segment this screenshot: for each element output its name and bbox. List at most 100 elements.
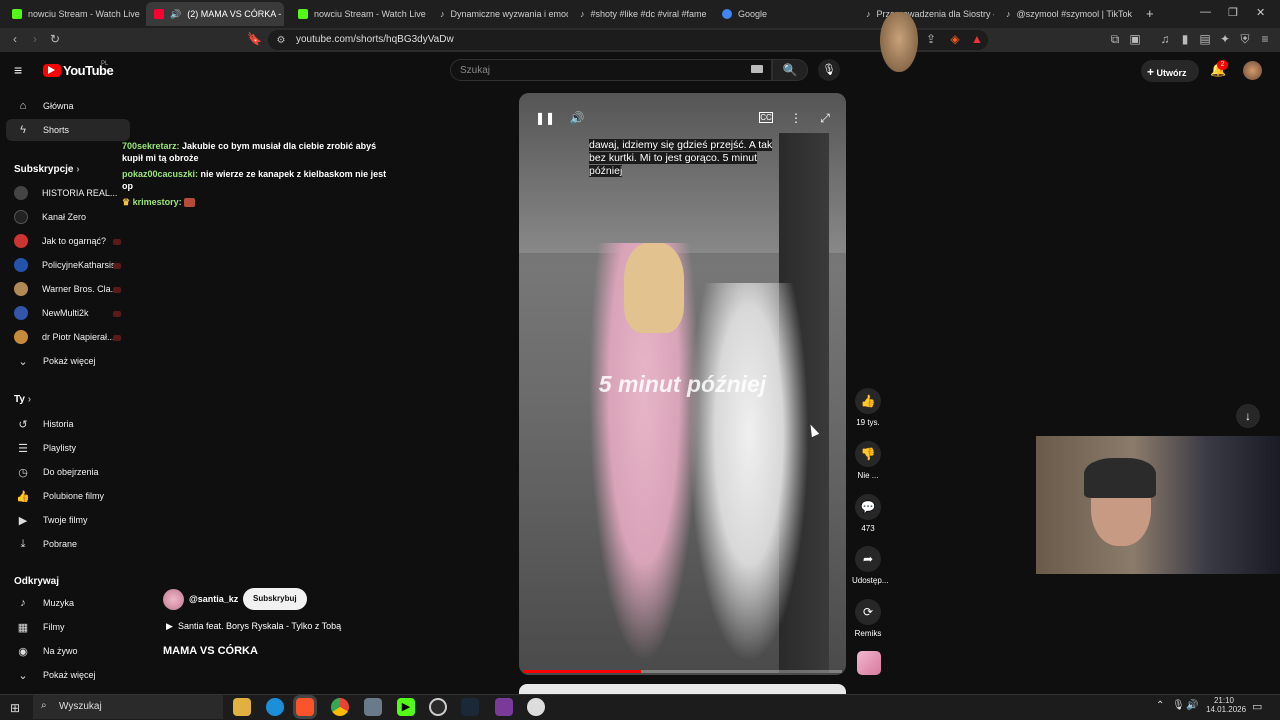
sidebar-item-movies[interactable]: ▦ Filmy: [6, 616, 130, 638]
browser-tab[interactable]: ♪ @szymool #szymool | TikTok: [998, 2, 1134, 26]
sidebar-sub-item[interactable]: Jak to ogarnąć?: [6, 230, 130, 252]
forward-icon[interactable]: ›: [28, 32, 42, 46]
brave-shield-icon[interactable]: ◈: [948, 32, 962, 46]
sidebar-icon[interactable]: ▮: [1178, 32, 1192, 46]
new-tab-button[interactable]: +: [1146, 6, 1154, 21]
fullscreen-icon[interactable]: ⤢: [816, 109, 834, 127]
music-note-icon: ♪: [20, 597, 26, 609]
brave-icon[interactable]: [296, 698, 314, 716]
app-icon[interactable]: [364, 698, 382, 716]
more-options-icon[interactable]: ⋮: [787, 109, 805, 127]
kick-icon: [12, 9, 22, 19]
wallet-icon[interactable]: ▤: [1198, 32, 1212, 46]
dislike-button[interactable]: 👎 Nie ...: [852, 441, 884, 480]
back-icon[interactable]: ‹: [8, 32, 22, 46]
sound-thumbnail[interactable]: [857, 651, 881, 675]
comments-button[interactable]: 💬 473: [852, 494, 884, 533]
file-explorer-icon[interactable]: [233, 698, 251, 716]
channel-name[interactable]: @santia_kz: [189, 594, 238, 604]
share-button[interactable]: ➦ Udostęp...: [852, 546, 888, 585]
sidebar-sub-item[interactable]: dr Piotr Napierał...: [6, 326, 130, 348]
close-window-icon[interactable]: ✕: [1256, 6, 1265, 19]
tray-mic-icon[interactable]: 🎙: [1172, 700, 1185, 711]
chat-message: 700sekretarz: Jakubie co bym musiał dla …: [122, 141, 377, 163]
vpn-icon[interactable]: ⛨: [1238, 32, 1252, 46]
subscriptions-heading[interactable]: Subskrypcje ›: [14, 164, 80, 175]
channel-avatar[interactable]: [163, 589, 184, 610]
video-person-white: [689, 283, 809, 663]
browser-tab[interactable]: nowciu Stream - Watch Live on: [290, 2, 428, 26]
browser-tab[interactable]: ♪Przeprowadzenia dla Siostry – Me: [858, 2, 994, 26]
short-video-player[interactable]: ❚❚ 🔊 CC ⋮ ⤢ dawaj, idziemy się gdzieś pr…: [519, 93, 846, 675]
sidebar-item-live[interactable]: ◉ Na żywo: [6, 640, 130, 662]
browser-tab-active[interactable]: 🔊(2) MAMA VS CÓRKA -✕: [146, 2, 284, 26]
remix-button[interactable]: ⟳ Remiks: [852, 599, 884, 638]
extensions-icon[interactable]: ⧉: [1108, 32, 1122, 46]
obs-icon[interactable]: [429, 698, 447, 716]
browser-tab[interactable]: ♪ Dynamiczne wyzwania i emocj: [432, 2, 568, 26]
notifications-icon[interactable]: ▭: [1252, 700, 1262, 713]
menu-icon[interactable]: ≡: [1258, 32, 1272, 46]
chrome-icon[interactable]: [331, 698, 349, 716]
reload-icon[interactable]: ↻: [48, 32, 62, 46]
restore-icon[interactable]: ❐: [1228, 6, 1238, 19]
sidebar-item-liked[interactable]: 👍 Polubione filmy: [6, 485, 130, 507]
create-button[interactable]: + Utwórz: [1141, 60, 1199, 82]
streamer-webcam: [1036, 436, 1280, 574]
like-button[interactable]: 👍 19 tys.: [852, 388, 884, 427]
sidebar-sub-item[interactable]: HISTORIA REAL...: [6, 182, 130, 204]
tray-volume-icon[interactable]: 🔊: [1186, 700, 1198, 711]
browser-tab[interactable]: ♪ #shoty #like #dc #viral #fame: [572, 2, 708, 26]
screenshot-icon[interactable]: ▣: [1128, 32, 1142, 46]
steam-icon[interactable]: [461, 698, 479, 716]
sidebar: ⌂ Główna ϟ Shorts Subskrypcje › HISTORIA R…: [0, 92, 138, 688]
sidebar-sub-item[interactable]: Warner Bros. Cla...: [6, 278, 130, 300]
voice-search-icon[interactable]: 🎙: [818, 59, 840, 81]
leo-ai-icon[interactable]: ✦: [1218, 32, 1232, 46]
sidebar-item-music[interactable]: ♪ Muzyka: [6, 592, 130, 614]
clock[interactable]: 21:10 14.01.2026: [1206, 696, 1246, 714]
keyboard-icon[interactable]: [751, 65, 763, 73]
sidebar-item-history[interactable]: ↺ Historia: [6, 413, 130, 435]
sidebar-item-shorts[interactable]: ϟ Shorts: [6, 119, 130, 141]
pause-icon[interactable]: ❚❚: [535, 109, 555, 127]
search-button[interactable]: 🔍: [772, 59, 808, 81]
film-icon: ▦: [17, 621, 29, 634]
sidebar-item-downloads[interactable]: ⤓ Pobrane: [6, 533, 130, 555]
sidebar-show-more-explore[interactable]: ⌄ Pokaż więcej: [6, 664, 130, 686]
sidebar-item-playlists[interactable]: ☰ Playlisty: [6, 437, 130, 459]
kick-app-icon[interactable]: ▶: [397, 698, 415, 716]
captions-icon[interactable]: CC: [759, 112, 773, 123]
hamburger-menu-icon[interactable]: ≡: [14, 62, 22, 78]
sidebar-sub-item[interactable]: Kanał Zero: [6, 206, 130, 228]
windows-start-icon[interactable]: ⊞: [10, 701, 20, 715]
tray-chevron-icon[interactable]: ⌃: [1156, 700, 1164, 711]
video-subtitle: dawaj, idziemy się gdzieś przejść. A tak…: [589, 139, 773, 177]
app-icon[interactable]: [495, 698, 513, 716]
edge-icon[interactable]: [266, 698, 284, 716]
brave-rewards-icon[interactable]: ▲: [970, 32, 984, 46]
browser-tab[interactable]: Google: [714, 2, 854, 26]
sidebar-show-more[interactable]: ⌄ Pokaż więcej: [6, 350, 130, 372]
search-input[interactable]: Szukaj: [450, 59, 772, 81]
next-short-arrow-icon[interactable]: ↓: [1236, 404, 1260, 428]
you-heading[interactable]: Ty ›: [14, 394, 31, 405]
browser-tab[interactable]: nowciu Stream - Watch Live on: [4, 2, 140, 26]
site-info-icon[interactable]: ⚙: [274, 34, 288, 48]
sidebar-sub-item[interactable]: PolicyjneKatharsis: [6, 254, 130, 276]
subscribe-button[interactable]: Subskrybuj: [243, 588, 307, 610]
share-icon[interactable]: ⇪: [924, 32, 938, 46]
volume-icon[interactable]: 🔊: [568, 109, 586, 127]
app-icon[interactable]: [527, 698, 545, 716]
sidebar-item-your-videos[interactable]: ▶ Twoje filmy: [6, 509, 130, 531]
sidebar-item-home[interactable]: ⌂ Główna: [6, 95, 130, 117]
bookmark-icon[interactable]: 🔖: [247, 32, 262, 46]
sidebar-sub-item[interactable]: NewMulti2k: [6, 302, 130, 324]
music-row[interactable]: ▶ Santia feat. Borys Ryskala - Tylko z T…: [166, 621, 341, 632]
sidebar-item-watch-later[interactable]: ◷ Do obejrzenia: [6, 461, 130, 483]
taskbar-search[interactable]: ⌕ Wyszukaj: [33, 695, 223, 719]
minimize-icon[interactable]: —: [1200, 6, 1211, 18]
video-progress-bar[interactable]: [523, 670, 842, 673]
music-icon[interactable]: ♫: [1158, 32, 1172, 46]
account-avatar[interactable]: [1243, 61, 1262, 80]
